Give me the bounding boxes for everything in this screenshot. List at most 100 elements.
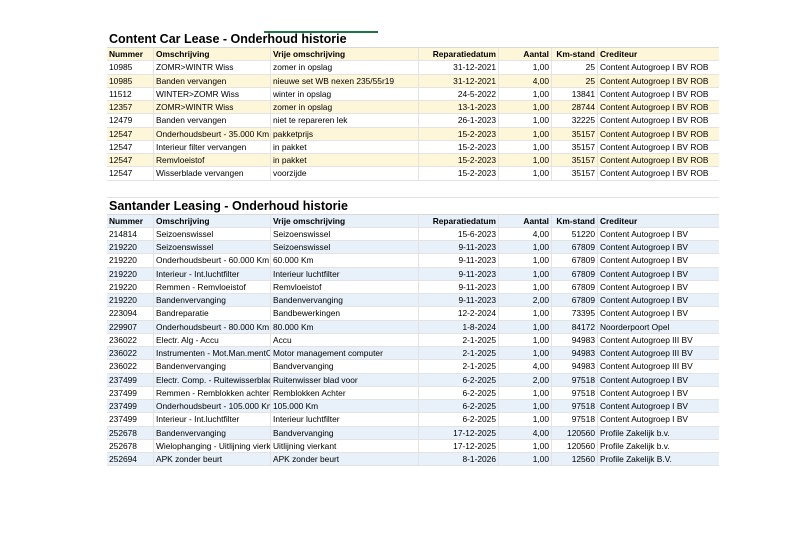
table-cell[interactable]: Content Autogroep I BV	[598, 268, 719, 280]
table-cell[interactable]: Content Autogroep I BV ROB	[598, 167, 719, 179]
table-cell[interactable]: Seizoenswissel	[271, 227, 419, 240]
table-cell[interactable]: Bandvervanging	[271, 426, 419, 439]
table-cell[interactable]: Banden vervangen	[154, 74, 271, 87]
header-cell[interactable]: Aantal	[499, 214, 552, 227]
table-cell[interactable]: in pakket	[271, 154, 419, 167]
table-cell[interactable]: Content Autogroep III BV	[598, 360, 719, 372]
table-cell[interactable]: 32225	[552, 114, 598, 127]
empty-row[interactable]	[107, 181, 719, 198]
table-cell[interactable]: 8-1-2026	[419, 453, 499, 466]
table-cell[interactable]: 1,00	[499, 347, 552, 360]
table-cell[interactable]: 237499	[107, 400, 154, 413]
table-cell[interactable]: 28744	[552, 101, 598, 114]
table-cell[interactable]: 219220	[107, 280, 154, 293]
table-cell[interactable]: 1,00	[499, 114, 552, 127]
table-cell[interactable]: Wisserblade vervangen	[154, 167, 271, 180]
table-cell[interactable]: 11512	[107, 87, 154, 100]
table-cell[interactable]: 1,00	[499, 439, 552, 452]
table-cell[interactable]: 12547	[107, 167, 154, 180]
table-cell[interactable]: 12479	[107, 114, 154, 127]
header-cell[interactable]: Aantal	[499, 48, 552, 61]
table-cell[interactable]: 2-1-2025	[419, 347, 499, 360]
table-cell[interactable]: 1,00	[499, 320, 552, 333]
table-cell[interactable]: 24-5-2022	[419, 87, 499, 100]
table-cell[interactable]: 120560	[552, 439, 598, 452]
table-cell[interactable]: ZOMR>WINTR Wiss	[154, 61, 271, 74]
table-cell[interactable]: Content Autogroep I BV ROB	[598, 114, 719, 126]
table-cell[interactable]: 1,00	[499, 280, 552, 293]
table-cell[interactable]: zomer in opslag	[271, 61, 419, 74]
table-cell[interactable]: 4,00	[499, 74, 552, 87]
table-cell[interactable]: 97518	[552, 413, 598, 426]
table-cell[interactable]: 252694	[107, 453, 154, 466]
table-cell[interactable]: Content Autogroep III BV	[598, 347, 719, 359]
table-cell[interactable]: 1,00	[499, 154, 552, 167]
table-cell[interactable]: Content Autogroep I BV	[598, 387, 719, 399]
table-cell[interactable]: Content Autogroep I BV ROB	[598, 128, 719, 140]
table-cell[interactable]: 1,00	[499, 254, 552, 267]
table-cell[interactable]: 31-12-2021	[419, 74, 499, 87]
table-cell[interactable]: 67809	[552, 294, 598, 307]
table-cell[interactable]: Bandvervanging	[271, 360, 419, 373]
table-cell[interactable]: 1,00	[499, 333, 552, 346]
table-cell[interactable]: 84172	[552, 320, 598, 333]
table-cell[interactable]: Banden vervangen	[154, 114, 271, 127]
table-cell[interactable]: Content Autogroep I BV	[598, 241, 719, 253]
table-cell[interactable]: 237499	[107, 373, 154, 386]
table-cell[interactable]: 97518	[552, 386, 598, 399]
table-cell[interactable]: 1,00	[499, 87, 552, 100]
table-cell[interactable]: 1,00	[499, 386, 552, 399]
table-cell[interactable]: 1,00	[499, 127, 552, 140]
table-cell[interactable]: 1,00	[499, 267, 552, 280]
table-cell[interactable]: 236022	[107, 360, 154, 373]
table-cell[interactable]: Content Autogroep I BV ROB	[598, 154, 719, 166]
table-cell[interactable]: 2-1-2025	[419, 333, 499, 346]
table-cell[interactable]: niet te repareren lek	[271, 114, 419, 127]
table-cell[interactable]: 26-1-2023	[419, 114, 499, 127]
table-cell[interactable]: 97518	[552, 373, 598, 386]
spreadsheet-grid[interactable]: Content Car Lease - Onderhoud historie N…	[107, 31, 719, 467]
header-cell[interactable]: Nummer	[107, 214, 154, 227]
table-cell[interactable]: 67809	[552, 280, 598, 293]
header-cell[interactable]: Omschrijving	[154, 214, 271, 227]
table-cell[interactable]: Content Autogroep I BV	[598, 413, 719, 425]
table-cell[interactable]: 237499	[107, 386, 154, 399]
table-cell[interactable]: in pakket	[271, 140, 419, 153]
table-cell[interactable]: Interieur - Int.luchtfilter	[154, 413, 271, 426]
table-cell[interactable]: 1,00	[499, 307, 552, 320]
table-cell[interactable]: 105.000 Km	[271, 400, 419, 413]
table-cell[interactable]: 1,00	[499, 140, 552, 153]
table-cell[interactable]: 6-2-2025	[419, 373, 499, 386]
table-cell[interactable]: 120560	[552, 426, 598, 439]
table-cell[interactable]: 12560	[552, 453, 598, 466]
table-cell[interactable]: APK zonder beurt	[154, 453, 271, 466]
header-cell[interactable]: Nummer	[107, 48, 154, 61]
table-cell[interactable]: Wielophanging - Uitlijning vierkant	[154, 439, 271, 452]
table-cell[interactable]: Onderhoudsbeurt - 60.000 Km	[154, 254, 271, 267]
table-cell[interactable]: 67809	[552, 254, 598, 267]
table-cell[interactable]: 10985	[107, 61, 154, 74]
table-cell[interactable]: ZOMR>WINTR Wiss	[154, 101, 271, 114]
table-cell[interactable]: 97518	[552, 400, 598, 413]
table-cell[interactable]: Content Autogroep I BV ROB	[598, 101, 719, 113]
table-cell[interactable]: Remvloeistof	[271, 280, 419, 293]
table-cell[interactable]: 237499	[107, 413, 154, 426]
table-cell[interactable]: Content Autogroep I BV	[598, 281, 719, 293]
table-cell[interactable]: Content Autogroep I BV ROB	[598, 61, 719, 73]
table-cell[interactable]: Remmen - Remvloeistof	[154, 280, 271, 293]
table-cell[interactable]: 236022	[107, 347, 154, 360]
table-cell[interactable]: 94983	[552, 347, 598, 360]
table-cell[interactable]: 35157	[552, 167, 598, 180]
table-cell[interactable]: 1,00	[499, 400, 552, 413]
table-cell[interactable]: 2,00	[499, 373, 552, 386]
table-cell[interactable]: 9-11-2023	[419, 280, 499, 293]
table-cell[interactable]: Bandenvervanging	[154, 294, 271, 307]
table-cell[interactable]: 4,00	[499, 426, 552, 439]
table-cell[interactable]: 229907	[107, 320, 154, 333]
table-cell[interactable]: Bandenvervanging	[154, 360, 271, 373]
table-cell[interactable]: 94983	[552, 333, 598, 346]
table-cell[interactable]: 67809	[552, 267, 598, 280]
table-cell[interactable]: Content Autogroep III BV	[598, 334, 719, 346]
table-cell[interactable]: Content Autogroep I BV ROB	[598, 141, 719, 153]
table-cell[interactable]: 219220	[107, 254, 154, 267]
